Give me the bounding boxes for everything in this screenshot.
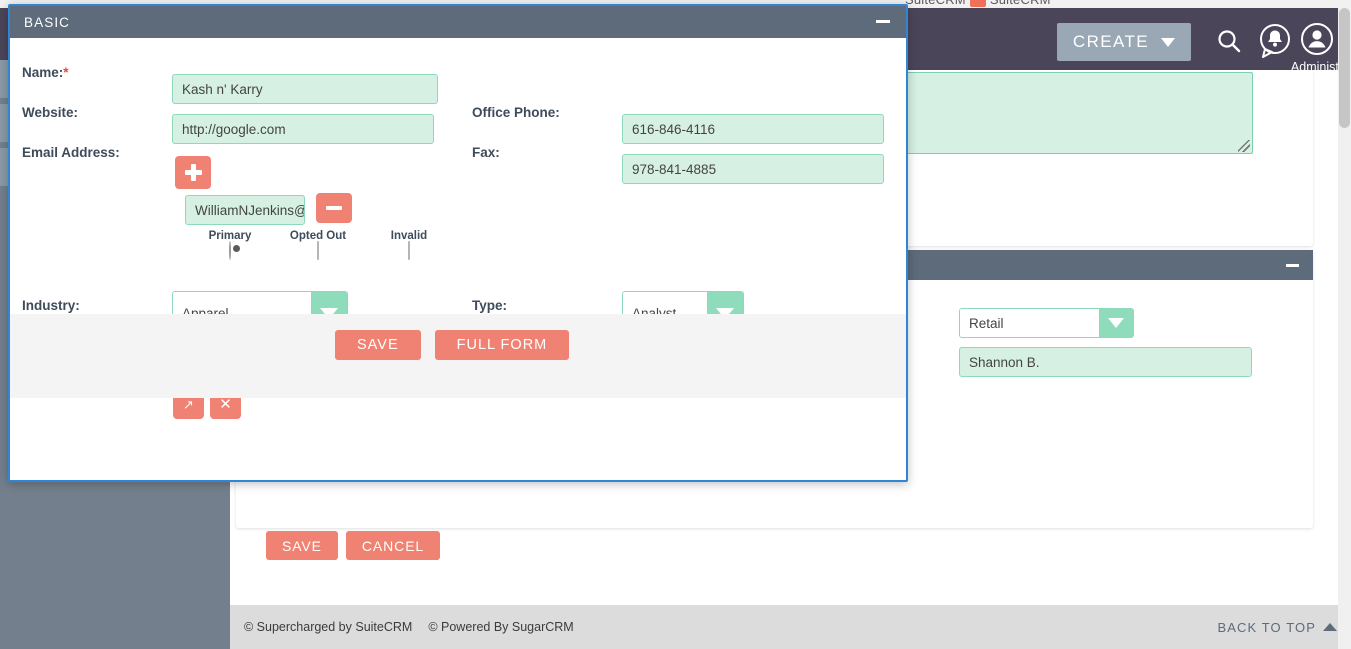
cursor-arrow-icon: ↖ bbox=[183, 396, 194, 412]
favicon-icon bbox=[969, 0, 986, 7]
background-cancel-button[interactable]: CANCEL bbox=[345, 531, 441, 560]
required-indicator: * bbox=[63, 65, 69, 80]
minus-icon bbox=[326, 206, 342, 210]
rail-segment-light bbox=[0, 148, 8, 186]
name-label-text: Name: bbox=[22, 65, 64, 80]
rail-segment-dark bbox=[0, 8, 8, 60]
background-select-value: Retail bbox=[969, 315, 1004, 331]
industry-label: Industry: bbox=[22, 298, 80, 313]
fax-input[interactable]: 978-841-4885 bbox=[622, 154, 884, 184]
page-left-rail bbox=[0, 8, 8, 649]
copyright-suitecrm: © Supercharged by SuiteCRM bbox=[244, 620, 413, 634]
browser-tabs: SuiteCRM SuiteCRM bbox=[905, 0, 1051, 8]
screen-root: SuiteCRM SuiteCRM CREATE bbox=[0, 0, 1351, 649]
modal-save-button[interactable]: SAVE bbox=[335, 330, 421, 360]
copyright-sugarcrm: © Powered By SugarCRM bbox=[428, 620, 574, 634]
background-form-actions: SAVE CANCEL bbox=[266, 531, 441, 560]
user-menu[interactable]: Administr bbox=[1291, 21, 1343, 74]
opted-out-checkbox[interactable] bbox=[317, 241, 319, 260]
rail-segment-light bbox=[0, 104, 8, 142]
email-address-label: Email Address: bbox=[22, 145, 120, 160]
modal-actions: SAVE FULL FORM bbox=[335, 330, 570, 360]
add-email-button[interactable] bbox=[175, 156, 211, 189]
footer-copyright: © Supercharged by SuiteCRM © Powered By … bbox=[244, 620, 574, 634]
notification-bell-icon[interactable] bbox=[1257, 23, 1293, 66]
create-button-label: CREATE bbox=[1072, 32, 1149, 51]
website-label: Website: bbox=[22, 105, 79, 120]
primary-radio[interactable] bbox=[229, 241, 231, 260]
chevron-down-icon bbox=[1161, 37, 1175, 47]
close-icon: ✕ bbox=[219, 395, 232, 413]
browser-tab-1-label[interactable]: SuiteCRM bbox=[905, 0, 966, 7]
modal-collapse-icon[interactable] bbox=[876, 20, 890, 23]
office-phone-input[interactable]: 616-846-4116 bbox=[622, 114, 884, 144]
modal-body: Name:* Kash n' Karry Website: http://goo… bbox=[10, 38, 906, 419]
email-primary-group: Primary bbox=[195, 230, 265, 260]
modal-title: BASIC bbox=[24, 14, 71, 30]
email-optedout-group: Opted Out bbox=[283, 230, 353, 260]
remove-email-button[interactable] bbox=[316, 193, 352, 223]
type-label: Type: bbox=[472, 298, 508, 313]
create-button[interactable]: CREATE bbox=[1056, 23, 1191, 61]
background-select[interactable]: Retail bbox=[959, 308, 1134, 338]
modal-footer: SAVE FULL FORM bbox=[10, 314, 906, 398]
user-avatar-icon bbox=[1300, 23, 1333, 55]
resize-handle-icon[interactable] bbox=[1238, 140, 1250, 152]
browser-tab-2-label[interactable]: SuiteCRM bbox=[990, 0, 1051, 7]
name-input[interactable]: Kash n' Karry bbox=[172, 74, 438, 104]
scrollbar-thumb[interactable] bbox=[1339, 8, 1350, 128]
background-save-button[interactable]: SAVE bbox=[266, 531, 338, 560]
invalid-checkbox[interactable] bbox=[408, 241, 410, 260]
page-footer: © Supercharged by SuiteCRM © Powered By … bbox=[230, 605, 1351, 649]
modal-header: BASIC bbox=[10, 6, 906, 38]
chevron-up-icon bbox=[1323, 623, 1337, 631]
quick-create-modal: BASIC Name:* Kash n' Karry Website: http… bbox=[8, 4, 908, 482]
background-text-input[interactable]: Shannon B. bbox=[959, 347, 1252, 377]
background-dropdown-caret-icon[interactable] bbox=[1318, 82, 1334, 91]
fax-label: Fax: bbox=[472, 145, 500, 160]
email-invalid-group: Invalid bbox=[374, 230, 444, 260]
name-label: Name:* bbox=[22, 65, 69, 80]
modal-full-form-button[interactable]: FULL FORM bbox=[434, 330, 570, 360]
collapse-icon[interactable] bbox=[1286, 263, 1299, 267]
back-to-top-button[interactable]: BACK TO TOP bbox=[1217, 620, 1337, 635]
email-input[interactable]: WilliamNJenkins@ bbox=[185, 195, 305, 225]
dropdown-arrow-icon[interactable] bbox=[1099, 309, 1133, 337]
page-scrollbar[interactable] bbox=[1338, 8, 1351, 649]
search-icon[interactable] bbox=[1215, 28, 1243, 61]
website-input[interactable]: http://google.com bbox=[172, 114, 434, 144]
back-to-top-label: BACK TO TOP bbox=[1217, 619, 1316, 635]
rail-segment-light bbox=[0, 60, 8, 98]
office-phone-label: Office Phone: bbox=[472, 105, 560, 120]
